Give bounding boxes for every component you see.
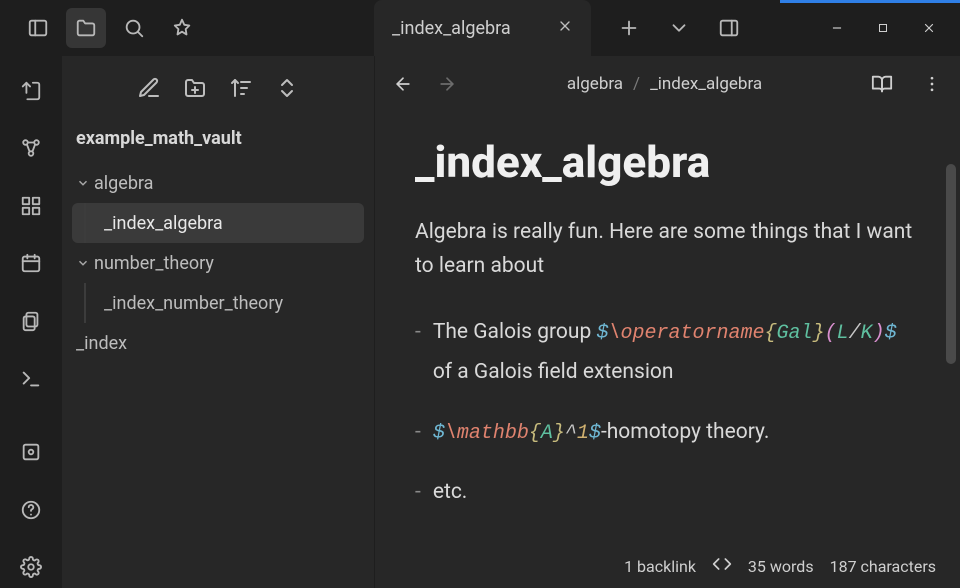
vertical-scrollbar[interactable] xyxy=(946,164,956,364)
breadcrumb-separator: / xyxy=(633,74,640,94)
files-tab-button[interactable] xyxy=(66,8,106,48)
bullet-body: $\mathbb{A}^1$-homotopy theory. xyxy=(433,413,920,453)
vault-button[interactable] xyxy=(10,431,52,473)
help-button[interactable] xyxy=(10,489,52,531)
editor-tab-title: _index_algebra xyxy=(392,18,511,39)
breadcrumb[interactable]: algebra / _index_algebra xyxy=(567,74,762,94)
settings-button[interactable] xyxy=(10,547,52,588)
window-maximize-button[interactable] xyxy=(860,8,906,48)
quick-switcher-button[interactable] xyxy=(10,70,52,112)
more-options-button[interactable] xyxy=(916,68,948,100)
bullet-dash: - xyxy=(415,413,421,453)
tab-dropdown-button[interactable] xyxy=(659,8,699,48)
window-minimize-button[interactable] xyxy=(814,8,860,48)
status-chars[interactable]: 187 characters xyxy=(830,557,936,576)
bookmarks-tab-button[interactable] xyxy=(162,8,202,48)
templates-button[interactable] xyxy=(10,300,52,342)
status-backlinks[interactable]: 1 backlink xyxy=(624,557,696,576)
file-explorer-sidebar: example_math_vault algebra _index_algebr… xyxy=(62,56,374,588)
file-label: _index xyxy=(76,333,127,354)
folder-label: number_theory xyxy=(94,253,214,274)
collapse-all-button[interactable] xyxy=(273,74,301,102)
sort-button[interactable] xyxy=(227,74,255,102)
editor-tab[interactable]: _index_algebra xyxy=(374,0,591,56)
search-tab-button[interactable] xyxy=(114,8,154,48)
window-close-button[interactable] xyxy=(906,8,952,48)
command-palette-button[interactable] xyxy=(10,358,52,400)
source-mode-icon[interactable] xyxy=(712,554,732,578)
graph-view-button[interactable] xyxy=(10,128,52,170)
close-tab-button[interactable] xyxy=(557,18,573,39)
doc-title: _index_algebra xyxy=(415,136,920,188)
bullet-body: The Galois group $\operatorname{Gal}(L/K… xyxy=(433,313,920,393)
vault-name[interactable]: example_math_vault xyxy=(62,120,374,163)
file-label: _index_number_theory xyxy=(104,293,283,314)
bullet-item: -etc. xyxy=(415,473,920,513)
breadcrumb-parent[interactable]: algebra xyxy=(567,74,623,94)
editor-pane: algebra / _index_algebra _index_algebra … xyxy=(374,56,960,588)
breadcrumb-current[interactable]: _index_algebra xyxy=(650,74,762,94)
file-label: _index_algebra xyxy=(104,213,223,234)
new-folder-button[interactable] xyxy=(181,74,209,102)
status-bar: 1 backlink 35 words 187 characters xyxy=(614,548,946,584)
toggle-right-panel-button[interactable] xyxy=(709,8,749,48)
file-tree: algebra _index_algebra number_theory _in… xyxy=(62,163,374,363)
bullet-dash: - xyxy=(415,473,421,513)
doc-bullet-list: -The Galois group $\operatorname{Gal}(L/… xyxy=(415,313,920,513)
new-tab-button[interactable] xyxy=(609,8,649,48)
reading-view-button[interactable] xyxy=(866,68,898,100)
nav-forward-button[interactable] xyxy=(431,68,463,100)
folder-algebra[interactable]: algebra xyxy=(72,163,374,203)
chevron-down-icon xyxy=(72,176,94,190)
doc-intro: Algebra is really fun. Here are some thi… xyxy=(415,216,920,283)
file-index[interactable]: _index xyxy=(72,323,374,363)
bullet-dash: - xyxy=(415,313,421,393)
folder-label: algebra xyxy=(94,173,153,194)
toggle-left-panel-button[interactable] xyxy=(18,8,58,48)
new-note-button[interactable] xyxy=(135,74,163,102)
folder-number-theory[interactable]: number_theory xyxy=(72,243,374,283)
file-index-number-theory[interactable]: _index_number_theory xyxy=(72,283,374,323)
bullet-item: -$\mathbb{A}^1$-homotopy theory. xyxy=(415,413,920,453)
chevron-down-icon xyxy=(72,256,94,270)
window-accent-strip xyxy=(780,0,960,3)
nav-back-button[interactable] xyxy=(387,68,419,100)
bullet-item: -The Galois group $\operatorname{Gal}(L/… xyxy=(415,313,920,393)
bullet-body: etc. xyxy=(433,473,920,513)
document-body[interactable]: _index_algebra Algebra is really fun. He… xyxy=(375,112,960,588)
status-words[interactable]: 35 words xyxy=(748,557,814,576)
canvas-button[interactable] xyxy=(10,185,52,227)
file-index-algebra[interactable]: _index_algebra xyxy=(72,203,364,243)
activity-rail xyxy=(0,56,62,588)
daily-note-button[interactable] xyxy=(10,243,52,285)
